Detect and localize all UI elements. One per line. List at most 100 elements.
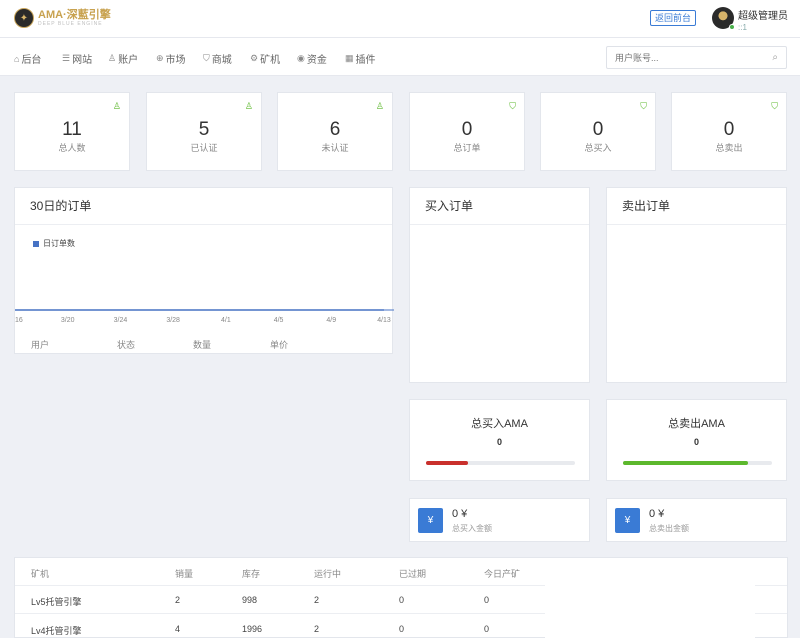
search-icon[interactable]: ⌕ <box>772 52 778 63</box>
avatar <box>712 7 735 30</box>
top-bar: ✦ AMA·深藍引擎 DEEP BLUE ENGINE 返回前台 超级管理员 :… <box>0 0 800 38</box>
nav-item-plugins[interactable]: ▦ 插件 <box>345 51 376 66</box>
progress-bar <box>426 461 575 465</box>
stat-label: 总人数 <box>58 143 86 153</box>
stat-card-total-orders: ⛉ 0 总订单 <box>409 92 525 171</box>
grid-icon: ▦ <box>345 53 354 63</box>
col-header-running: 运行中 <box>314 569 342 579</box>
money-icon: ◉ <box>297 53 305 63</box>
amount-value: 0 ¥ <box>452 508 468 520</box>
amount-label: 总卖出金额 <box>649 524 689 533</box>
stat-card-verified: ♙ 5 已认证 <box>146 92 262 171</box>
user-search: ⌕ <box>606 46 787 69</box>
cell-miner: Lv5托管引擎 <box>31 597 82 607</box>
panel-title: 买入订单 <box>410 188 589 225</box>
progress-bar <box>623 461 772 465</box>
amount-value: 0 ¥ <box>649 508 665 520</box>
user-menu[interactable]: 超级管理员 ::1 <box>712 7 788 32</box>
legend-swatch <box>33 240 39 247</box>
nav-item-dashboard[interactable]: ⌂ 后台 <box>14 51 41 67</box>
stat-value: 11 <box>62 119 82 140</box>
stat-label: 未认证 <box>321 143 349 153</box>
sell-orders-panel: 卖出订单 <box>606 187 787 383</box>
stat-label: 总订单 <box>453 143 481 153</box>
col-header-today-output: 今日产矿 <box>484 569 521 579</box>
x-tick-label: 4/1 <box>221 317 231 324</box>
total-buy-ama-panel: 总买入AMA 0 <box>409 399 590 481</box>
progress-fill <box>623 461 749 465</box>
summary-title: 总买入AMA <box>471 418 528 430</box>
cell-sales: 4 <box>175 624 181 634</box>
stat-card-unverified: ♙ 6 未认证 <box>277 92 393 171</box>
blank-overlay <box>545 560 755 638</box>
user-name: 超级管理员 <box>738 11 788 22</box>
yen-icon: ¥ <box>615 508 640 533</box>
buy-orders-panel: 买入订单 <box>409 187 590 383</box>
panel-title: 30日的订单 <box>15 188 392 225</box>
stat-card-total-sell: ⛉ 0 总卖出 <box>671 92 787 171</box>
gear-icon: ⚙ <box>250 53 259 63</box>
legend-label: 日订单数 <box>43 239 75 248</box>
x-tick-label: 16 <box>15 317 23 324</box>
stat-card-total-buy: ⛉ 0 总买入 <box>540 92 656 171</box>
col-header-sales: 销量 <box>175 569 194 579</box>
back-to-frontend-button[interactable]: 返回前台 <box>650 10 697 26</box>
stat-value: 0 <box>592 119 604 140</box>
nav-item-miners[interactable]: ⚙ 矿机 <box>250 51 280 66</box>
nav-item-mall[interactable]: ⛉ 商城 <box>203 51 232 66</box>
stat-label: 总卖出 <box>715 143 743 153</box>
eagle-logo-icon: ✦ <box>14 8 34 28</box>
search-input[interactable] <box>607 47 762 68</box>
x-tick-label: 3/28 <box>166 317 180 324</box>
total-sell-amount-panel: ¥ 0 ¥ 总卖出金额 <box>606 498 787 542</box>
summary-value: 0 <box>693 437 699 447</box>
stat-value: 5 <box>198 119 210 140</box>
logo-subtext: DEEP BLUE ENGINE <box>38 20 103 27</box>
cart-icon: ⛉ <box>771 101 778 111</box>
nav-item-market[interactable]: ⊕ 市场 <box>156 51 186 66</box>
x-tick-label: 4/13 <box>377 317 391 324</box>
stat-value: 0 <box>723 119 735 140</box>
col-header-user: 用户 <box>31 340 50 350</box>
stat-label: 已认证 <box>190 143 218 153</box>
cell-running: 2 <box>314 624 320 634</box>
col-header-expired: 已过期 <box>399 569 427 579</box>
stat-label: 总买入 <box>584 143 612 153</box>
x-tick-label: 4/5 <box>274 317 284 324</box>
stat-value: 6 <box>329 119 341 140</box>
col-header-miner: 矿机 <box>31 569 50 579</box>
orders-30-days-panel: 30日的订单 日订单数 16 3/20 3/24 3/28 4/1 4/5 4/9 4/13 … <box>14 187 394 354</box>
yen-icon: ¥ <box>418 508 443 533</box>
cell-stock: 998 <box>242 595 258 605</box>
cell-miner: Lv4托管引擎 <box>31 626 82 636</box>
online-status-dot <box>729 24 735 30</box>
logo[interactable]: ✦ AMA·深藍引擎 DEEP BLUE ENGINE <box>14 8 111 28</box>
user-icon: ♙ <box>375 101 384 111</box>
stat-value: 0 <box>461 119 473 140</box>
col-header-stock: 库存 <box>242 569 261 579</box>
user-icon: ♙ <box>108 53 117 63</box>
cell-expired: 0 <box>399 624 405 634</box>
nav-item-funds[interactable]: ◉ 资金 <box>297 51 327 66</box>
col-header-quantity: 数量 <box>193 340 212 350</box>
cell-running: 2 <box>314 595 320 605</box>
cell-today-output: 0 <box>484 624 490 634</box>
x-tick-label: 3/20 <box>61 317 75 324</box>
nav-item-website[interactable]: ☰ 网站 <box>62 51 92 66</box>
col-header-price: 单价 <box>270 340 289 350</box>
summary-title: 总卖出AMA <box>668 418 725 430</box>
orders-line-chart: 16 3/20 3/24 3/28 4/1 4/5 4/9 4/13 <box>15 309 394 324</box>
panel-title: 卖出订单 <box>607 188 786 225</box>
home-icon: ⌂ <box>14 53 20 64</box>
summary-value: 0 <box>496 437 502 447</box>
list-icon: ☰ <box>62 53 71 63</box>
nav-item-accounts[interactable]: ♙ 账户 <box>108 51 138 66</box>
user-ip: ::1 <box>738 23 747 32</box>
chart-legend[interactable]: 日订单数 <box>33 238 75 249</box>
cell-sales: 2 <box>175 595 181 605</box>
total-buy-amount-panel: ¥ 0 ¥ 总买入金额 <box>409 498 590 542</box>
x-tick-label: 3/24 <box>114 317 128 324</box>
cell-stock: 1996 <box>242 624 263 634</box>
globe-icon: ⊕ <box>156 53 164 63</box>
col-header-status: 状态 <box>117 340 136 350</box>
